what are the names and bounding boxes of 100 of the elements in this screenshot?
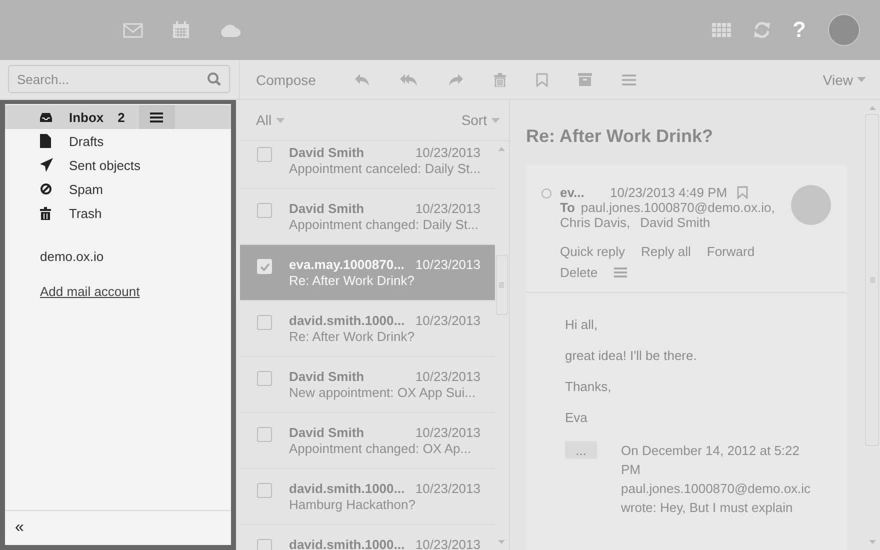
body-text: Thanks,	[565, 379, 612, 394]
check-icon	[260, 262, 270, 270]
message-item[interactable]: david.smith.1000... 10/23/2013 Hamburg Hackathon?	[240, 469, 494, 525]
folder-label: Drafts	[69, 134, 104, 148]
mail-icon[interactable]	[123, 22, 143, 38]
compose-button[interactable]: Compose	[256, 72, 316, 88]
trash-icon[interactable]	[494, 72, 506, 86]
prohibited-icon	[40, 183, 52, 195]
message-date: 10/23/2013 4:49 PM	[610, 185, 728, 200]
checkbox[interactable]	[257, 315, 272, 330]
grid-icon[interactable]	[712, 23, 731, 37]
menu-icon	[150, 112, 164, 122]
message-item[interactable]: david.smith.1000... 10/23/2013	[240, 525, 494, 550]
message-item[interactable]: david.smith.1000... 10/23/2013 Re: After Work Drink?	[240, 301, 494, 357]
message-subject: Re: After Work Drink?	[289, 273, 416, 288]
message-item[interactable]: eva.may.1000870... 10/23/2013 Re: After Work Drink?	[240, 245, 494, 301]
refresh-icon[interactable]	[752, 21, 771, 39]
cloud-icon[interactable]	[219, 23, 241, 37]
message-date: 10/23/2013	[415, 313, 480, 328]
message-subject: Re: After Work Drink?	[289, 329, 416, 344]
sort-button[interactable]: Sort	[461, 112, 500, 128]
sender-name: David Smith	[289, 145, 364, 160]
sender-name: David Smith	[289, 425, 364, 440]
action-link[interactable]: Delete	[560, 265, 598, 280]
menu-icon[interactable]	[614, 267, 627, 278]
filter-button[interactable]: All	[256, 112, 285, 128]
archive-icon[interactable]	[578, 73, 592, 86]
message-item[interactable]: David Smith 10/23/2013 New appointment: OX App Sui...	[240, 357, 494, 413]
scroll-thumb[interactable]	[496, 255, 508, 315]
search-icon[interactable]	[207, 72, 221, 86]
message-date: 10/23/2013	[415, 369, 480, 384]
checkbox[interactable]	[257, 539, 272, 550]
grip-icon	[499, 282, 504, 288]
reply-all-icon[interactable]	[400, 72, 418, 86]
reply-icon[interactable]	[354, 72, 370, 86]
show-quote-button[interactable]: ...	[565, 441, 597, 459]
caret-icon	[857, 77, 866, 82]
message-date: 10/23/2013	[415, 481, 480, 496]
action-link[interactable]: Reply all	[641, 244, 691, 259]
message-item[interactable]: David Smith 10/23/2013 Appointment canceled: Daily St...	[240, 141, 494, 189]
trash-icon	[40, 206, 51, 220]
message-date: 10/23/2013	[415, 257, 480, 272]
checkbox[interactable]	[257, 483, 272, 498]
view-button[interactable]: View	[822, 72, 866, 88]
checkbox[interactable]	[257, 371, 272, 386]
action-link[interactable]: Quick reply	[560, 244, 626, 259]
calendar-icon[interactable]	[172, 21, 190, 39]
recipient-name[interactable]: Chris Davis,	[560, 215, 630, 230]
unread-count: 2	[118, 110, 125, 124]
recipient-name[interactable]: David Smith	[640, 215, 710, 230]
message-date: 10/23/2013	[415, 145, 480, 160]
checkbox[interactable]	[257, 203, 272, 218]
sender-name[interactable]: ev...	[560, 185, 600, 200]
folder-item[interactable]: Spam	[5, 177, 231, 201]
folder-item[interactable]: Trash	[5, 201, 231, 225]
folder-item[interactable]: Sent objects	[5, 153, 231, 177]
body-text: Eva	[565, 410, 588, 425]
folder-label: Trash	[69, 206, 102, 220]
account-name[interactable]: demo.ox.io	[40, 249, 104, 264]
message-item[interactable]: David Smith 10/23/2013 Appointment changed: OX Ap...	[240, 413, 494, 469]
message-subject: Appointment changed: Daily St...	[289, 217, 480, 232]
sender-name: david.smith.1000...	[289, 481, 405, 496]
sender-name: eva.may.1000870...	[289, 257, 404, 272]
unread-icon[interactable]	[541, 188, 552, 199]
action-link[interactable]: Forward	[706, 244, 755, 259]
sender-name: david.smith.1000...	[289, 537, 405, 550]
scroll-down-icon[interactable]	[498, 540, 506, 544]
paper-plane-icon	[40, 158, 53, 172]
avatar	[791, 185, 831, 225]
checkbox[interactable]	[257, 147, 272, 162]
message-subject: Appointment changed: OX Ap...	[289, 441, 472, 456]
bookmark-icon[interactable]	[737, 186, 748, 199]
caret-icon	[491, 118, 500, 122]
inbox-icon	[40, 112, 52, 122]
message-subject: New appointment: OX App Sui...	[289, 385, 476, 400]
body-text: Hi all,	[565, 317, 599, 332]
menu-icon[interactable]	[622, 74, 636, 86]
sender-name: david.smith.1000...	[289, 313, 405, 328]
folder-menu-button[interactable]	[138, 105, 175, 129]
sender-name: David Smith	[289, 201, 364, 216]
scroll-up-icon[interactable]	[868, 106, 876, 110]
recipient-name[interactable]: paul.jones.1000870@demo.ox.io,	[580, 200, 775, 215]
add-account-link[interactable]: Add mail account	[40, 284, 140, 299]
folder-label: Sent objects	[69, 158, 141, 172]
folder-item[interactable]: Drafts	[5, 129, 231, 153]
scroll-down-icon[interactable]	[868, 540, 876, 544]
folder-label: Spam	[69, 182, 103, 196]
message-subject: Re: After Work Drink?	[526, 126, 714, 147]
search-field[interactable]: Search...	[8, 65, 230, 93]
folder-label: Inbox	[69, 110, 104, 124]
avatar[interactable]	[828, 14, 860, 46]
bookmark-icon[interactable]	[536, 72, 548, 86]
scroll-thumb[interactable]	[865, 114, 879, 446]
grip-icon	[870, 277, 874, 283]
forward-icon[interactable]	[448, 72, 464, 86]
checkbox[interactable]	[257, 427, 272, 442]
help-button[interactable]: ?	[792, 19, 806, 41]
scroll-up-icon[interactable]	[498, 147, 506, 151]
collapse-button[interactable]: «	[15, 519, 24, 537]
folder-item[interactable]: Inbox 2	[5, 105, 231, 129]
